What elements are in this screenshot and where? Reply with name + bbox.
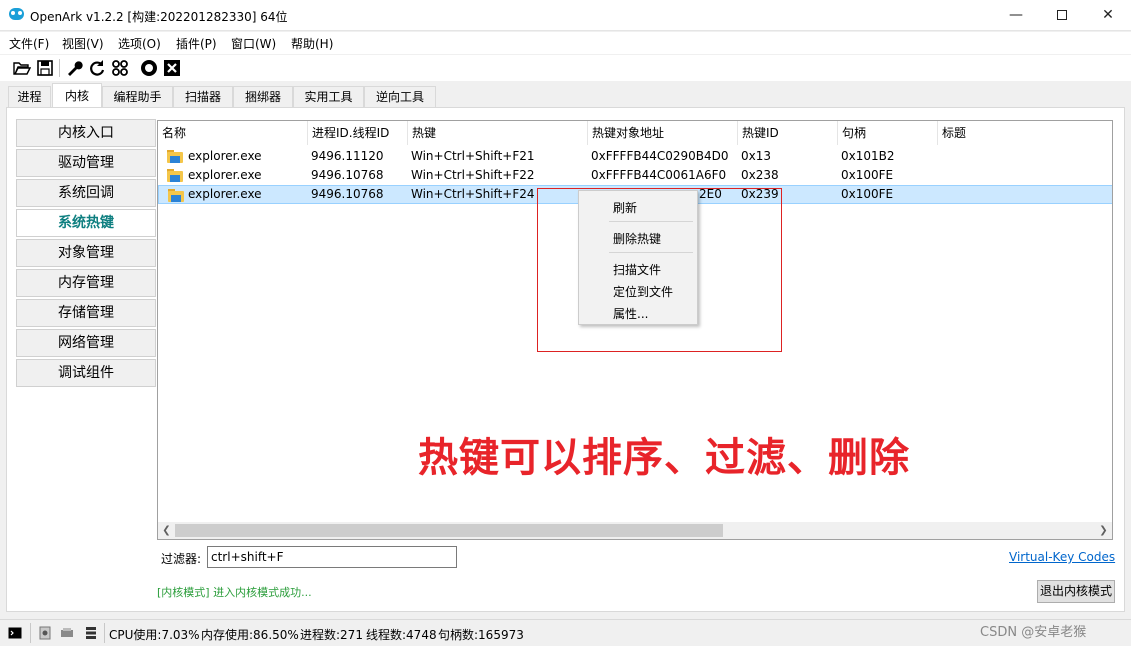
filter-input[interactable] (207, 546, 457, 568)
sidebar-item-network-manager[interactable]: 网络管理 (16, 329, 156, 357)
console-icon[interactable] (8, 626, 22, 640)
tab-scanner[interactable]: 扫描器 (173, 86, 233, 108)
highlight-box (537, 188, 782, 352)
sort-ascending-icon: ⌃ (490, 120, 499, 126)
explorer-folder-icon (167, 149, 183, 163)
sidebar-item-kernel-entry[interactable]: 内核入口 (16, 119, 156, 147)
cell-hotkey: Win+Ctrl+Shift+F21 (411, 149, 535, 163)
menu-window[interactable]: 窗口(W) (231, 35, 276, 52)
memory-usage: 内存使用:86.50% (201, 628, 299, 642)
cell-pid-tid: 9496.11120 (311, 149, 384, 163)
column-header-name[interactable]: 名称 (158, 121, 308, 145)
cell-name: explorer.exe (188, 149, 262, 163)
scrollbar-thumb[interactable] (175, 524, 723, 537)
github-icon[interactable] (140, 59, 158, 77)
cell-pid-tid: 9496.10768 (311, 168, 384, 182)
menu-file[interactable]: 文件(F) (9, 35, 49, 52)
cell-hotkey: Win+Ctrl+Shift+F24 (411, 187, 535, 201)
sidebar-item-system-callbacks[interactable]: 系统回调 (16, 179, 156, 207)
cell-object-address: 0xFFFFB44C0290B4D0 (591, 149, 729, 163)
sidebar-item-object-manager[interactable]: 对象管理 (16, 239, 156, 267)
explorer-folder-icon (168, 188, 184, 202)
cell-handle: 0x101B2 (841, 149, 895, 163)
cell-hotkey-id: 0x238 (741, 168, 779, 182)
virtual-key-codes-link[interactable]: Virtual-Key Codes (1009, 550, 1115, 564)
column-header-hotkey-object-address[interactable]: 热键对象地址 (588, 121, 738, 145)
cell-handle: 0x100FE (841, 168, 894, 182)
minimize-button[interactable]: — (993, 0, 1039, 31)
database-icon[interactable] (84, 626, 98, 640)
settings-icon[interactable] (38, 626, 52, 640)
cell-hotkey-id: 0x13 (741, 149, 772, 163)
process-count: 进程数:271 (300, 628, 363, 642)
annotation-text: 热键可以排序、过滤、删除 (418, 435, 910, 481)
column-header-hotkey-id[interactable]: 热键ID (738, 121, 838, 145)
tab-reverse-tools[interactable]: 逆向工具 (364, 86, 436, 108)
tab-process[interactable]: 进程 (8, 86, 51, 108)
maximize-button[interactable] (1039, 0, 1085, 31)
cell-object-address: 0xFFFFB44C0061A6F0 (591, 168, 727, 182)
cell-name: explorer.exe (188, 168, 262, 182)
open-folder-icon[interactable] (13, 59, 31, 77)
menu-view[interactable]: 视图(V) (62, 35, 104, 52)
menu-help[interactable]: 帮助(H) (291, 35, 333, 52)
wrench-icon[interactable] (65, 59, 83, 77)
toolbar-separator (59, 59, 60, 77)
column-header-title[interactable]: 标题 (938, 121, 1112, 145)
table-row[interactable]: explorer.exe 9496.11120 Win+Ctrl+Shift+F… (158, 147, 1112, 166)
main-tab-bar: 进程 内核 编程助手 扫描器 捆绑器 实用工具 逆向工具 (0, 82, 1131, 109)
thread-count: 线程数:4748 (366, 628, 437, 642)
status-separator (30, 623, 31, 643)
filter-label: 过滤器: (161, 552, 202, 566)
save-icon[interactable] (36, 59, 54, 77)
cell-handle: 0x100FE (841, 187, 894, 201)
status-separator (104, 623, 105, 643)
watermark: CSDN @安卓老猴 (980, 625, 1087, 640)
table-row[interactable]: explorer.exe 9496.10768 Win+Ctrl+Shift+F… (158, 166, 1112, 185)
menu-plugins[interactable]: 插件(P) (176, 35, 217, 52)
tab-bundler[interactable]: 捆绑器 (233, 86, 293, 108)
close-box-icon[interactable] (163, 59, 181, 77)
column-header-pid-tid[interactable]: 进程ID.线程ID (308, 121, 408, 145)
openark-logo-icon (9, 8, 24, 20)
cell-hotkey: Win+Ctrl+Shift+F22 (411, 168, 535, 182)
menu-options[interactable]: 选项(O) (118, 35, 161, 52)
explorer-folder-icon (167, 168, 183, 182)
toolbar (0, 55, 1131, 81)
exit-kernel-mode-button[interactable]: 退出内核模式 (1037, 580, 1115, 603)
tab-utilities[interactable]: 实用工具 (293, 86, 364, 108)
disk-icon[interactable] (60, 626, 74, 640)
cell-name: explorer.exe (188, 187, 262, 201)
tab-coding-helper[interactable]: 编程助手 (102, 86, 173, 108)
horizontal-scrollbar[interactable]: ❮ ❯ (158, 522, 1112, 539)
grid-icon[interactable] (111, 59, 129, 77)
cell-pid-tid: 9496.10768 (311, 187, 384, 201)
window-title: OpenArk v1.2.2 [构建:202201282330] 64位 (30, 10, 288, 24)
scroll-left-icon[interactable]: ❮ (158, 522, 175, 539)
sidebar-item-system-hotkeys[interactable]: 系统热键 (16, 209, 156, 237)
handle-count: 句柄数:165973 (438, 628, 524, 642)
refresh-icon[interactable] (88, 59, 106, 77)
sidebar-item-debug-components[interactable]: 调试组件 (16, 359, 156, 387)
sidebar-item-driver-manager[interactable]: 驱动管理 (16, 149, 156, 177)
cpu-usage: CPU使用:7.03% (109, 628, 200, 642)
sidebar-item-storage-manager[interactable]: 存储管理 (16, 299, 156, 327)
tab-kernel[interactable]: 内核 (52, 83, 102, 109)
title-bar: OpenArk v1.2.2 [构建:202201282330] 64位 — ✕ (0, 0, 1131, 31)
menu-bar: 文件(F) 视图(V) 选项(O) 插件(P) 窗口(W) 帮助(H) (0, 32, 1131, 54)
column-header-handle[interactable]: 句柄 (838, 121, 938, 145)
close-button[interactable]: ✕ (1085, 0, 1131, 31)
kernel-mode-status: [内核模式] 进入内核模式成功... (157, 586, 312, 599)
status-bar: CPU使用:7.03% 内存使用:86.50% 进程数:271 线程数:4748… (0, 619, 1131, 646)
scroll-right-icon[interactable]: ❯ (1095, 522, 1112, 539)
sidebar-item-memory-manager[interactable]: 内存管理 (16, 269, 156, 297)
maximize-icon (1057, 10, 1067, 20)
